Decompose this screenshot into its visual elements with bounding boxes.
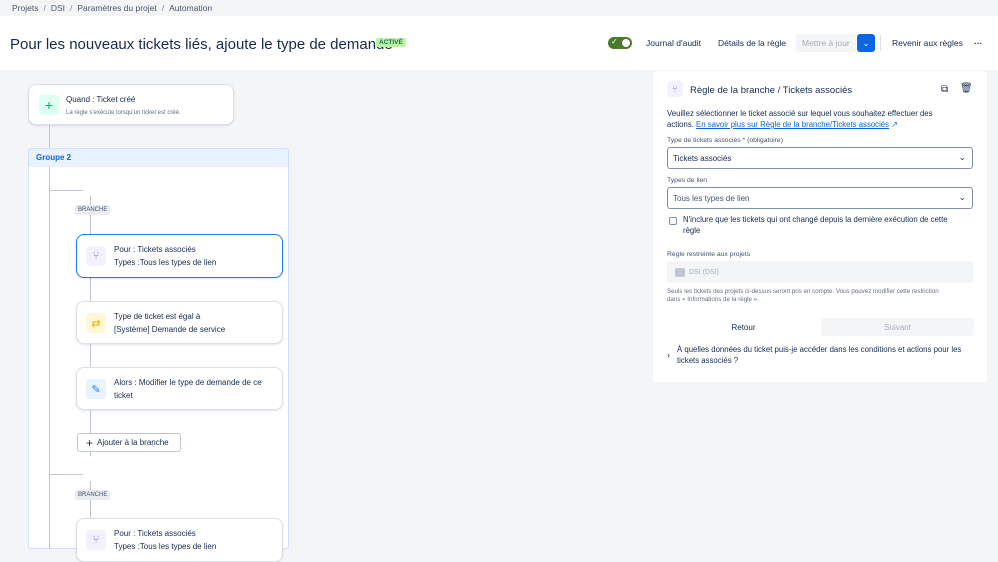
breadcrumb-project-settings[interactable]: Paramètres du projet <box>77 3 156 13</box>
chevron-down-icon: ⌄ <box>862 37 870 48</box>
plus-icon: + <box>86 435 94 450</box>
restricted-projects-label: Règle restreinte aux projets <box>667 251 751 258</box>
chevron-right-icon[interactable]: › <box>667 350 670 360</box>
linked-type-select[interactable]: Tickets associés ⌄ <box>667 147 973 169</box>
external-link-icon: ↗ <box>891 120 898 129</box>
link-types-value: Tous les types de lien <box>673 194 750 203</box>
link-types-label: Types de lien <box>667 177 708 184</box>
linked-type-label: Type de tickets associés * (obligatoire) <box>667 137 783 144</box>
group-container: Groupe 2 <box>28 148 289 549</box>
breadcrumb-separator: / <box>161 3 165 13</box>
update-dropdown-button[interactable]: ⌄ <box>857 34 875 52</box>
rule-enabled-toggle[interactable]: ✓ <box>608 37 632 49</box>
breadcrumb-automation[interactable]: Automation <box>169 3 212 13</box>
action-title: Alors : Modifier le type de demande de c… <box>114 378 262 387</box>
component-config-panel: ⑂ Règle de la branche / Tickets associés… <box>653 71 987 382</box>
chevron-down-icon: ⌄ <box>958 192 966 202</box>
chevron-down-icon: ⌄ <box>958 152 966 162</box>
breadcrumb-separator: / <box>43 3 46 13</box>
branch-card-linked-issues[interactable]: ⑂ Pour : Tickets associés Types :Tous le… <box>76 518 283 562</box>
trigger-title: Quand : Ticket créé <box>66 95 136 104</box>
connector <box>49 166 50 549</box>
only-changed-checkbox[interactable] <box>669 217 677 225</box>
update-button[interactable]: Mettre à jour <box>796 34 856 52</box>
audit-log-button[interactable]: Journal d'audit <box>640 34 707 52</box>
next-button[interactable]: Suivant <box>821 318 974 336</box>
restriction-note: Seuls les tickets des projets ci-dessus … <box>667 288 939 295</box>
connector <box>49 124 50 148</box>
more-icon[interactable]: ··· <box>968 34 989 52</box>
branch-icon: ⑂ <box>86 530 106 550</box>
trigger-subtitle: La règle s'exécute lorsqu'un ticket est … <box>66 109 181 116</box>
back-button[interactable]: Retour <box>667 318 820 336</box>
condition-subtitle: [Système] Demande de service <box>114 324 226 334</box>
branch-card-subtitle: Types :Tous les types de lien <box>114 541 217 551</box>
branch-label: BRANCHE <box>75 205 111 215</box>
breadcrumb-dsi[interactable]: DSI <box>51 3 65 13</box>
trigger-card[interactable]: + Quand : Ticket créé La règle s'exécute… <box>28 84 234 125</box>
condition-title: Type de ticket est égal à <box>114 312 201 321</box>
status-badge: ACTIVÉ <box>376 38 406 47</box>
panel-title: Règle de la branche / Tickets associés <box>690 85 853 96</box>
only-changed-label-end: règle <box>683 226 701 235</box>
back-to-rules-button[interactable]: Revenir aux règles <box>886 34 969 52</box>
toggle-knob <box>622 39 630 47</box>
branch-label: BRANCHE <box>75 490 111 500</box>
restriction-note-end: dans « Informations de la règle ». <box>667 296 759 303</box>
panel-intro-end: actions. <box>667 120 694 129</box>
add-to-branch-label: Ajouter à la branche <box>97 438 169 447</box>
breadcrumb-separator: / <box>70 3 73 13</box>
branch-card-title: Pour : Tickets associés <box>114 245 196 254</box>
divider <box>880 35 881 51</box>
link-types-select[interactable]: Tous les types de lien ⌄ <box>667 187 973 209</box>
project-icon <box>675 267 685 277</box>
action-subtitle: ticket <box>114 390 133 400</box>
condition-card[interactable]: ⇄ Type de ticket est égal à [Système] De… <box>76 301 283 344</box>
edit-issue-icon: ✎ <box>86 379 106 399</box>
learn-more-link[interactable]: En savoir plus sur Règle de la branche/T… <box>696 120 889 129</box>
action-card[interactable]: ✎ Alors : Modifier le type de demande de… <box>76 367 283 410</box>
add-to-branch-button[interactable]: + Ajouter à la branche <box>77 433 181 452</box>
branch-card-subtitle: Types :Tous les types de lien <box>114 257 217 267</box>
group-label[interactable]: Groupe 2 <box>29 149 288 167</box>
project-value: DSI (DSI) <box>689 268 719 276</box>
connector <box>49 190 83 191</box>
faq-toggle[interactable]: À quelles données du ticket puis-je accé… <box>677 344 961 356</box>
panel-intro: Veuillez sélectionner le ticket associé … <box>667 109 933 118</box>
rule-details-button[interactable]: Détails de la règle <box>712 34 792 52</box>
breadcrumb: Projets / DSI / Paramètres du projet / Auto… <box>0 0 998 16</box>
plus-icon: + <box>39 95 59 115</box>
restricted-projects-field: DSI (DSI) <box>667 261 973 283</box>
rule-title[interactable]: Pour les nouveaux tickets liés, ajoute l… <box>10 36 393 53</box>
linked-type-value: Tickets associés <box>673 154 732 163</box>
branch-icon: ⑂ <box>86 246 106 266</box>
branch-card-linked-issues[interactable]: ⑂ Pour : Tickets associés Types :Tous le… <box>76 234 283 278</box>
connector <box>49 474 83 475</box>
branch-card-title: Pour : Tickets associés <box>114 529 196 538</box>
trash-icon[interactable]: 🗑 <box>960 83 973 94</box>
breadcrumb-projects[interactable]: Projets <box>12 3 38 13</box>
check-icon: ✓ <box>611 37 618 46</box>
faq-toggle-end[interactable]: tickets associés ? <box>677 355 738 367</box>
branch-icon: ⑂ <box>667 81 683 97</box>
only-changed-label: N'inclure que les tickets qui ont changé… <box>683 215 948 224</box>
copy-icon[interactable]: ⧉ <box>941 84 948 95</box>
condition-icon: ⇄ <box>86 313 106 333</box>
